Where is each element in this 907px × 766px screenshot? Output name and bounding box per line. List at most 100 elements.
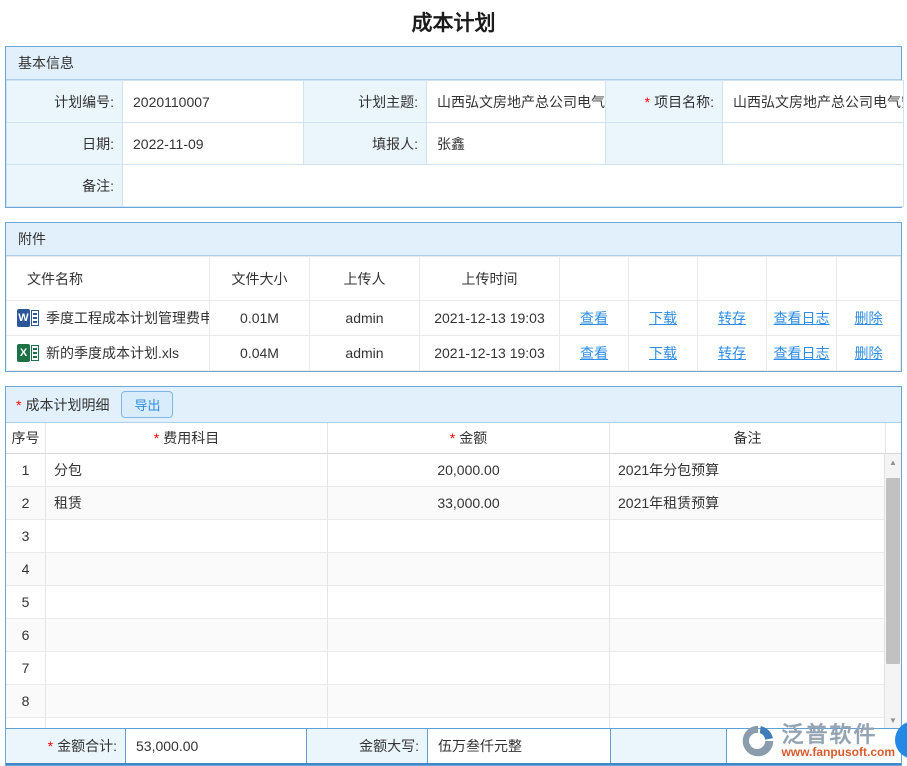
fanpu-logo-icon [740,723,776,759]
row-index-cell: 4 [6,553,46,586]
remark-cell: 2021年租赁预算 [610,487,886,520]
col-action-2 [629,257,698,301]
brand-website: www.fanpusoft.com [781,746,895,759]
details-header-row: 序号 费用科目 金额 备注 [6,423,901,454]
total-amount-value: 53,000.00 [126,729,307,763]
row-index-cell: 3 [6,520,46,553]
project-name-label: 项目名称: [606,81,723,123]
remark-cell [610,553,886,586]
attachments-table: 文件名称 文件大小 上传人 上传时间 W季度工程成本计划管理费申0.01Madm… [6,256,901,371]
plan-no-value: 2020110007 [123,81,304,123]
subject-cell [46,685,328,718]
attachment-row: X新的季度成本计划.xls0.04Madmin2021-12-13 19:03查… [7,336,901,371]
project-name-value: 山西弘文房地产总公司电气安 [723,81,904,123]
row-index-cell: 7 [6,652,46,685]
amount-cell [328,586,610,619]
amount-cell [328,619,610,652]
view-cell: 查看 [560,301,629,336]
view-log-cell: 查看日志 [767,336,837,371]
file-icon-letter: X [17,344,30,362]
excel-file-icon: X [17,344,39,362]
delete-link[interactable]: 删除 [855,310,883,326]
file-icon-letter: W [17,309,30,327]
remark-label: 备注: [7,165,123,207]
file-icon-page [31,345,39,361]
scrollbar-thumb[interactable] [886,478,900,664]
vertical-scrollbar[interactable]: ▲ ▼ [884,454,901,728]
subject-cell [46,718,328,728]
view-cell: 查看 [560,336,629,371]
col-file-size: 文件大小 [210,257,310,301]
col-subject: 费用科目 [46,423,328,453]
transfer-cell: 转存 [698,336,767,371]
plan-subject-value: 山西弘文房地产总公司电气 [427,81,606,123]
brand-name: 泛普软件 [781,724,895,746]
page-title: 成本计划 [0,0,907,46]
attachments-section-header: 附件 [6,223,901,256]
file-icon-page [31,310,39,326]
delete-cell: 删除 [837,336,901,371]
amount-cell [328,553,610,586]
view-log-cell: 查看日志 [767,301,837,336]
footer-empty-label-cell [611,729,727,763]
amount-cell [328,685,610,718]
col-file-name: 文件名称 [7,257,210,301]
subject-cell [46,553,328,586]
remark-cell [610,619,886,652]
row-index-cell: 6 [6,619,46,652]
total-amount-label: 金额合计: [6,729,126,763]
col-amount: 金额 [328,423,610,453]
col-remark: 备注 [610,423,886,453]
delete-link[interactable]: 删除 [855,345,883,361]
file-name: 季度工程成本计划管理费申 [46,308,210,328]
transfer-link[interactable]: 转存 [718,310,746,326]
col-index: 序号 [6,423,46,453]
file-name-cell: X新的季度成本计划.xls [7,336,210,371]
file-size-cell: 0.04M [210,336,310,371]
empty-label-cell [606,123,723,165]
view-link[interactable]: 查看 [580,310,608,326]
remark-cell [610,652,886,685]
plan-subject-label: 计划主题: [304,81,427,123]
table-row: 3 [6,520,884,553]
remark-cell [610,685,886,718]
row-index-cell: 1 [6,454,46,487]
subject-cell [46,520,328,553]
required-asterisk [16,397,25,413]
attachment-row: W季度工程成本计划管理费申0.01Madmin2021-12-13 19:03查… [7,301,901,336]
download-cell: 下载 [629,301,698,336]
col-action-5 [837,257,901,301]
reporter-value: 张鑫 [427,123,606,165]
amount-in-words-label: 金额大写: [307,729,428,763]
details-body: 1分包20,000.002021年分包预算2租赁33,000.002021年租赁… [6,454,901,728]
scroll-up-icon[interactable]: ▲ [885,454,901,470]
fanpu-logo: 泛普软件 www.fanpusoft.com [740,723,895,759]
view-log-link[interactable]: 查看日志 [774,310,830,326]
delete-cell: 删除 [837,301,901,336]
col-upload-time: 上传时间 [420,257,560,301]
amount-cell [328,718,610,728]
word-file-icon: W [17,309,39,327]
download-link[interactable]: 下载 [649,310,677,326]
col-action-1 [560,257,629,301]
row-index-cell [6,718,46,728]
required-asterisk [154,430,163,446]
row-index-cell: 5 [6,586,46,619]
transfer-link[interactable]: 转存 [718,345,746,361]
empty-value-cell [723,123,904,165]
view-link[interactable]: 查看 [580,345,608,361]
amount-cell: 20,000.00 [328,454,610,487]
subject-cell [46,586,328,619]
details-section-title: 成本计划明细 [25,395,109,415]
view-log-link[interactable]: 查看日志 [774,345,830,361]
table-row: 6 [6,619,884,652]
transfer-cell: 转存 [698,301,767,336]
download-link[interactable]: 下载 [649,345,677,361]
plan-no-label: 计划编号: [7,81,123,123]
uploader-cell: admin [310,301,420,336]
remark-cell: 2021年分包预算 [610,454,886,487]
upload-time-cell: 2021-12-13 19:03 [420,301,560,336]
date-label: 日期: [7,123,123,165]
basic-info-section-header: 基本信息 [6,47,901,80]
export-button[interactable]: 导出 [121,391,173,418]
